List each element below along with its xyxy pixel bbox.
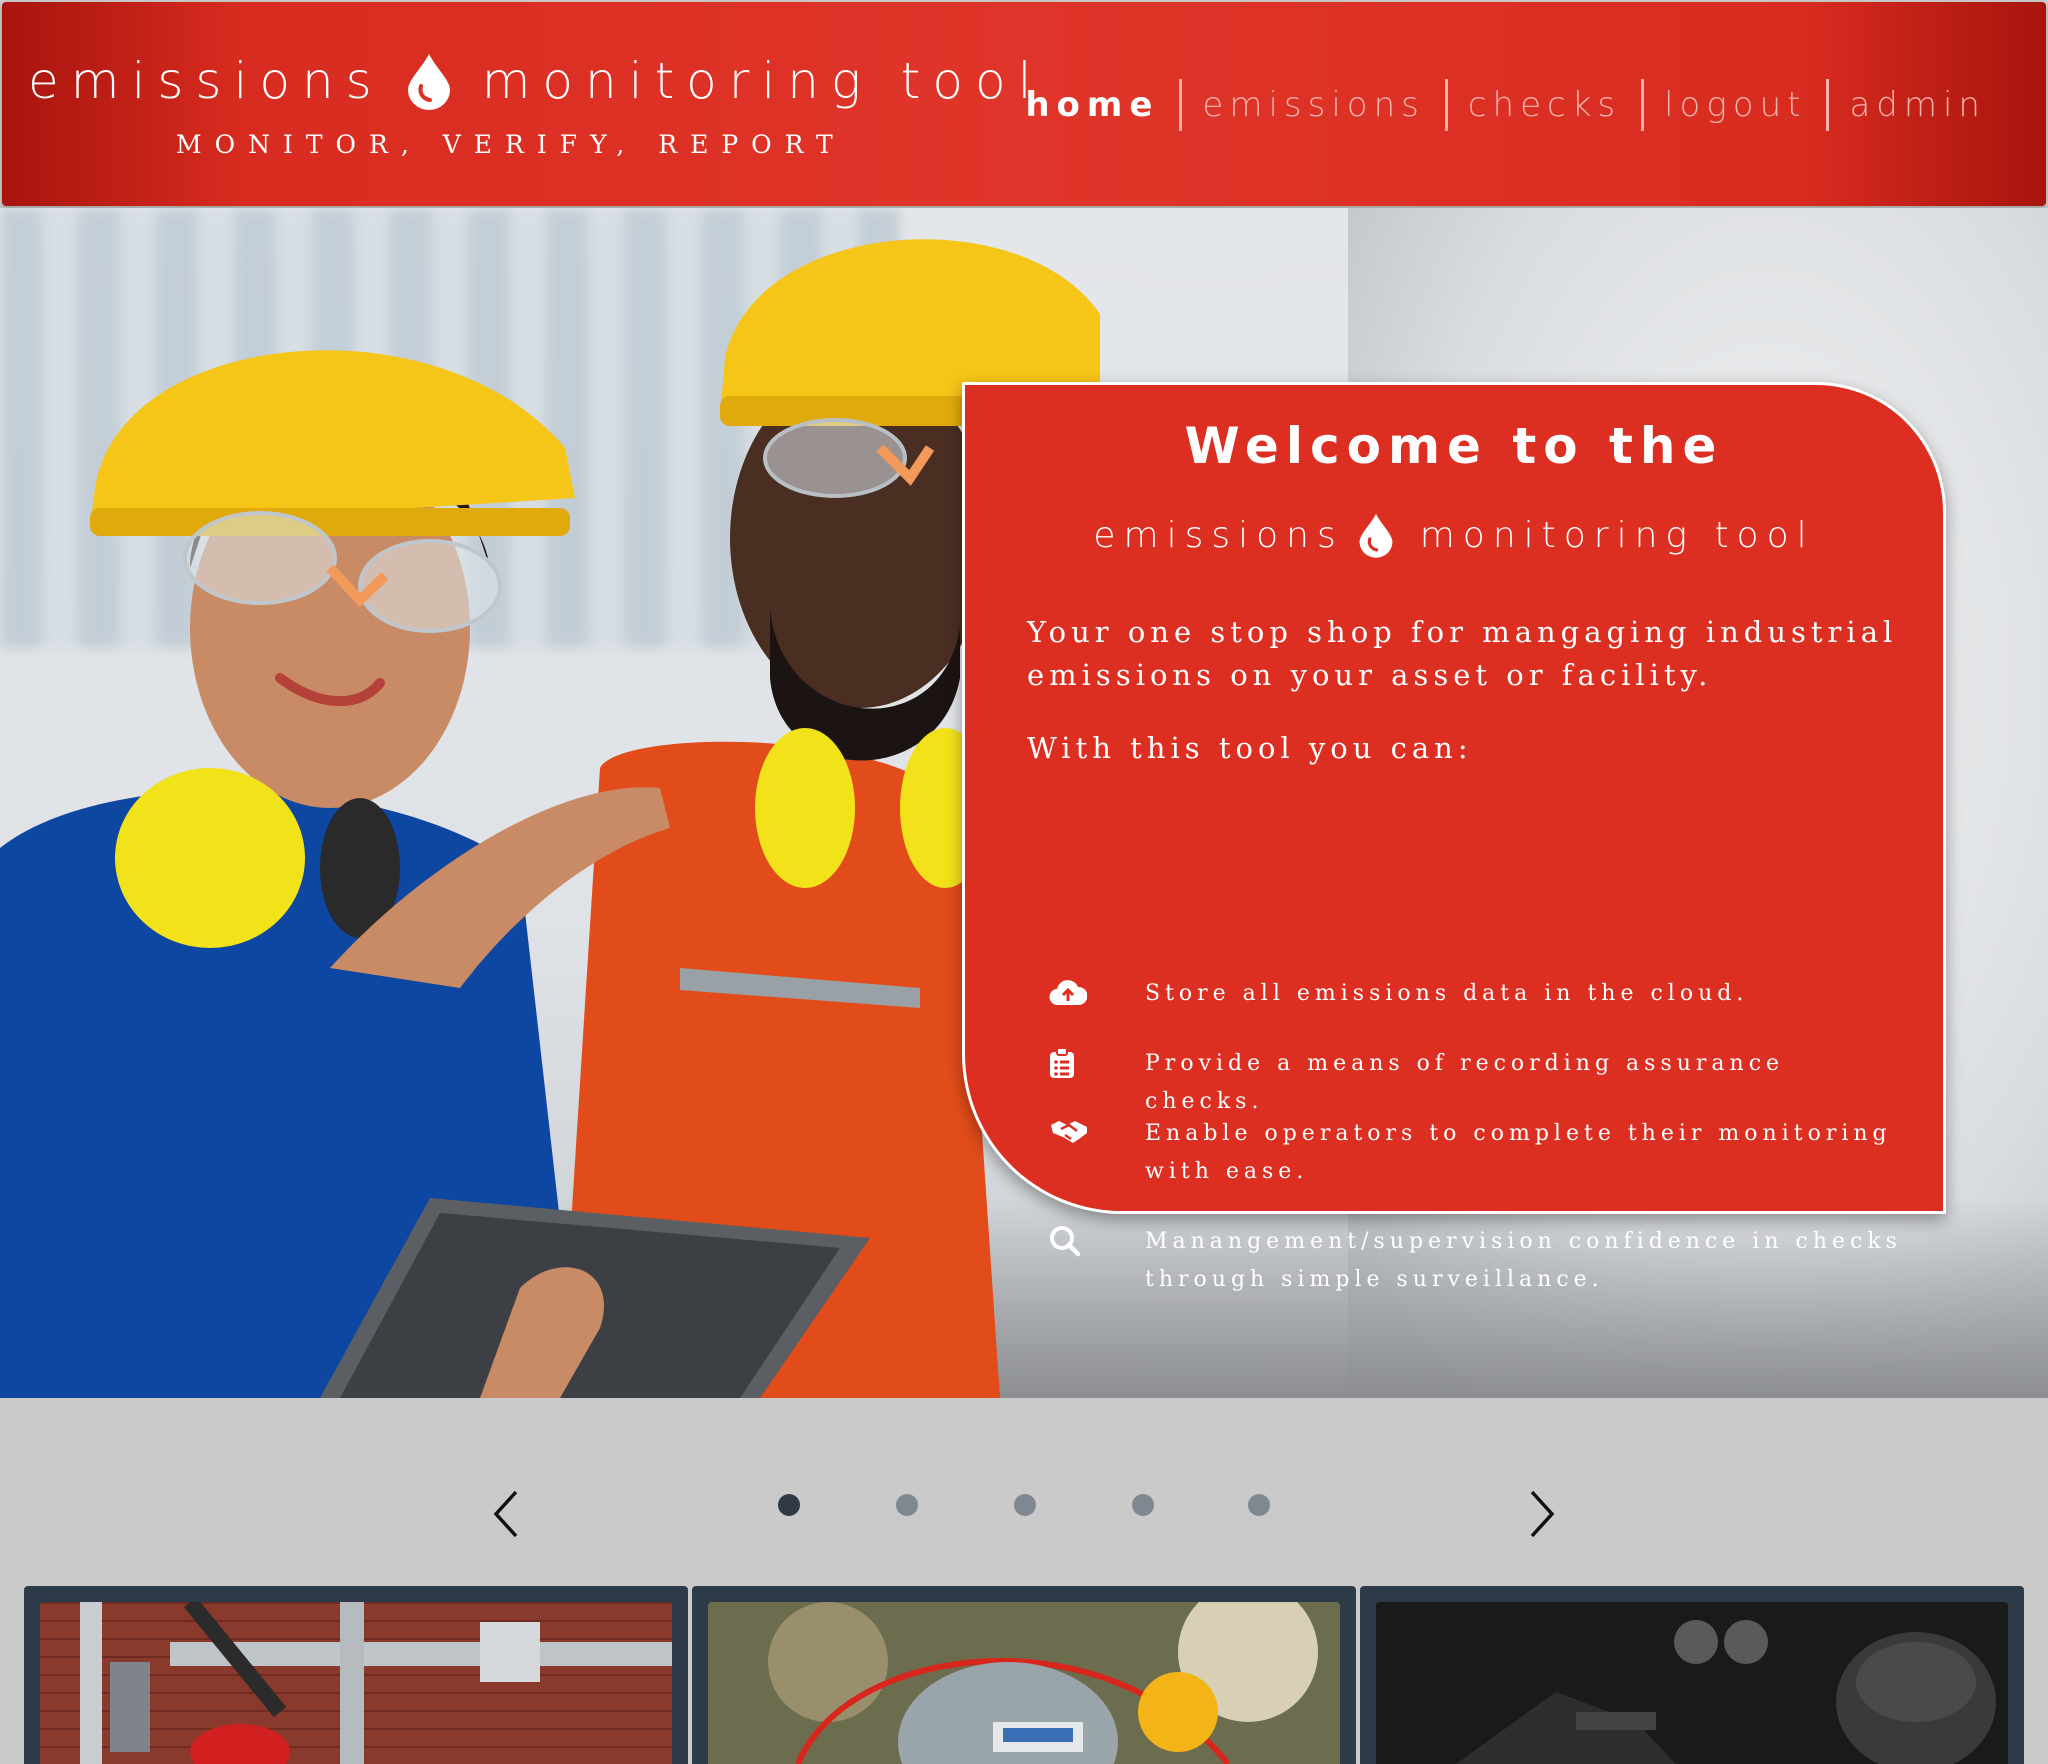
welcome-brand: emissions monitoring tool xyxy=(965,505,1943,565)
brand-logo[interactable]: emissions monitoring tool xyxy=(28,46,1043,116)
brand-text-left: emissions xyxy=(28,52,384,110)
feature-item: Enable operators to complete their monit… xyxy=(1025,1115,1905,1191)
hero-banner: Welcome to the emissions monitoring tool… xyxy=(0,208,2048,1398)
handshake-icon xyxy=(1025,1115,1145,1191)
welcome-brand-left: emissions xyxy=(1093,514,1344,556)
welcome-card: Welcome to the emissions monitoring tool… xyxy=(962,382,1946,1292)
nav-logout[interactable]: logout xyxy=(1644,79,1826,131)
carousel-dot-1[interactable] xyxy=(778,1494,800,1516)
welcome-title: Welcome to the xyxy=(1184,417,1724,475)
card-image-pipes xyxy=(40,1602,672,1764)
feature-item: Manangement/supervision confidence in ch… xyxy=(1025,1223,1905,1299)
feature-text: Store all emissions data in the cloud. xyxy=(1145,981,1749,1006)
cloud-upload-icon xyxy=(1025,975,1145,1013)
feature-text: Enable operators to complete their monit… xyxy=(1145,1121,1892,1184)
feature-cards xyxy=(24,1586,2024,1764)
carousel-dot-4[interactable] xyxy=(1132,1494,1154,1516)
nav-checks[interactable]: checks xyxy=(1448,79,1641,131)
brand-text-right: monitoring tool xyxy=(481,52,1044,110)
droplet-icon xyxy=(406,52,452,110)
feature-text: Provide a means of recording assurance c… xyxy=(1145,1051,1785,1114)
chevron-right-icon xyxy=(1530,1490,1555,1538)
welcome-brand-right: monitoring tool xyxy=(1419,514,1815,556)
welcome-intro: Your one stop shop for mangaging industr… xyxy=(1027,615,1898,692)
carousel-dot-3[interactable] xyxy=(1014,1494,1036,1516)
feature-item: Provide a means of recording assurance c… xyxy=(1025,1045,1905,1121)
carousel-next-button[interactable] xyxy=(1522,1484,1562,1544)
search-icon xyxy=(1025,1223,1145,1299)
carousel-dot-2[interactable] xyxy=(896,1494,918,1516)
card-checks[interactable] xyxy=(692,1586,1356,1764)
droplet-icon xyxy=(1358,512,1394,558)
carousel-dot-5[interactable] xyxy=(1248,1494,1270,1516)
nav-home[interactable]: home xyxy=(1005,79,1179,131)
card-reports[interactable] xyxy=(1360,1586,2024,1764)
nav-admin[interactable]: admin xyxy=(1829,79,2006,131)
hero-photo-workers xyxy=(0,239,1100,1398)
clipboard-list-icon xyxy=(1025,1045,1145,1121)
feature-item: Store all emissions data in the cloud. xyxy=(1025,975,1905,1013)
tagline: MONITOR, VERIFY, REPORT xyxy=(176,130,846,159)
feature-text: Manangement/supervision confidence in ch… xyxy=(1145,1229,1902,1292)
welcome-subheading: With this tool you can: xyxy=(1027,731,1473,765)
main-nav: home emissions checks logout admin xyxy=(1005,74,2006,136)
carousel-controls xyxy=(0,1398,2048,1588)
card-emissions[interactable] xyxy=(24,1586,688,1764)
card-image-meter xyxy=(708,1602,1340,1764)
site-header: emissions monitoring tool MONITOR, VERIF… xyxy=(2,2,2046,206)
carousel-prev-button[interactable] xyxy=(486,1484,526,1544)
card-image-engine xyxy=(1376,1602,2008,1764)
nav-emissions[interactable]: emissions xyxy=(1182,79,1444,131)
chevron-left-icon xyxy=(493,1490,518,1538)
